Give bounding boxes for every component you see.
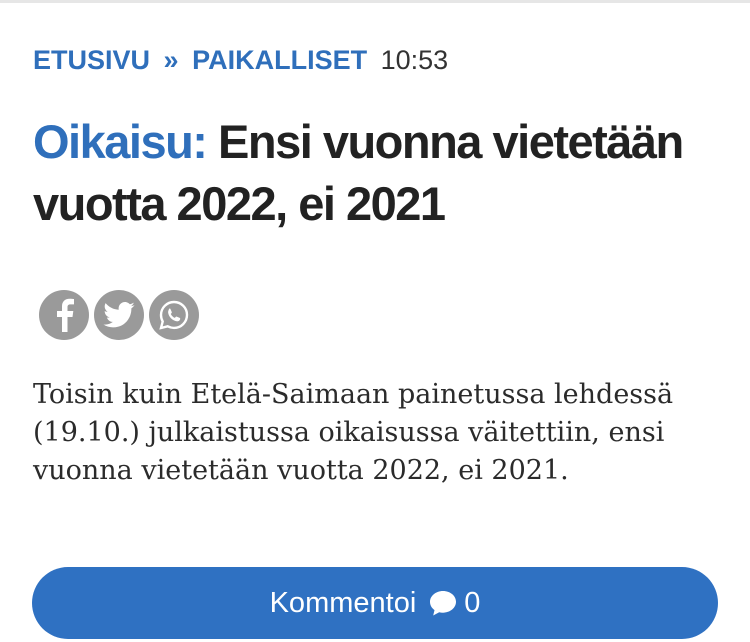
breadcrumb-section-link[interactable]: PAIKALLISET	[192, 45, 367, 75]
breadcrumb-home-link[interactable]: ETUSIVU	[33, 45, 150, 75]
headline-kicker: Oikaisu:	[33, 115, 208, 168]
facebook-share-button[interactable]	[39, 290, 89, 340]
speech-bubble-icon	[428, 589, 458, 617]
publish-time: 10:53	[380, 45, 449, 75]
twitter-icon	[103, 302, 135, 328]
share-buttons	[39, 290, 199, 340]
article-headline: Oikaisu: Ensi vuonna viete­tään vuotta 2…	[33, 111, 733, 235]
comment-button-label: Kommentoi	[269, 586, 417, 619]
breadcrumb-separator: »	[163, 45, 179, 75]
article-page: ETUSIVU » PAIKALLISET 10:53 Oikaisu: Ens…	[0, 0, 750, 642]
whatsapp-icon	[159, 300, 189, 330]
twitter-share-button[interactable]	[94, 290, 144, 340]
whatsapp-share-button[interactable]	[149, 290, 199, 340]
comment-count: 0	[464, 586, 481, 619]
breadcrumb: ETUSIVU » PAIKALLISET 10:53	[33, 43, 448, 77]
comment-button[interactable]: Kommentoi 0	[32, 567, 718, 639]
article-body: Toisin kuin Etelä-Saimaan painetussa leh…	[33, 379, 674, 486]
facebook-icon	[57, 298, 74, 332]
